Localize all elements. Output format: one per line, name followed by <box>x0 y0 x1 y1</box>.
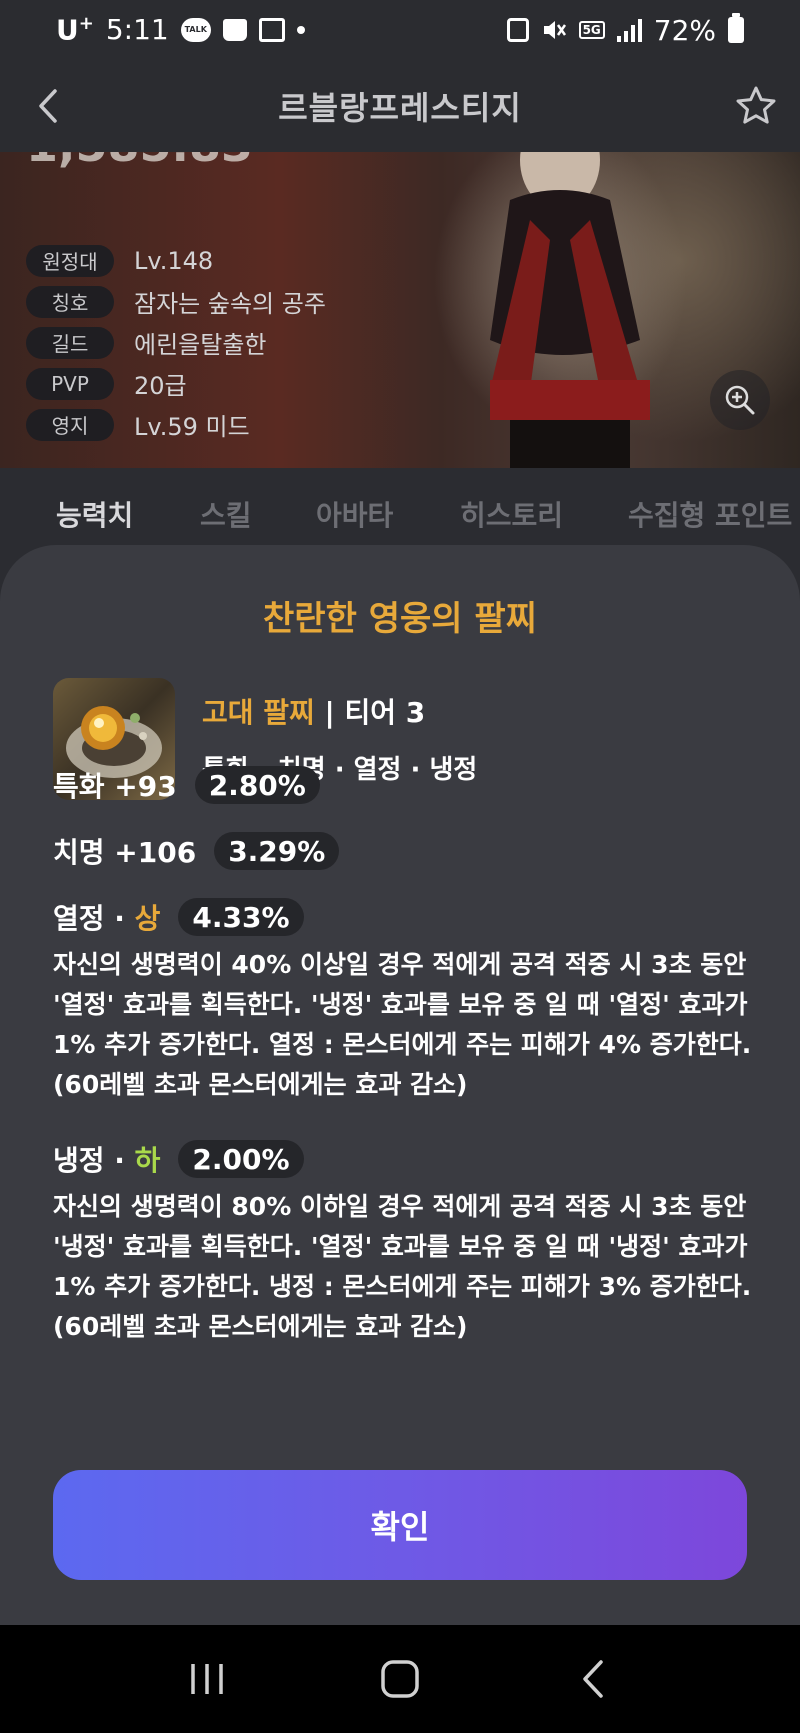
item-type-line: 고대 팔찌 | 티어 3 <box>202 691 477 731</box>
notification-dot-icon <box>296 25 305 34</box>
character-info-list: 원정대 Lv.148 칭호 잠자는 숲속의 공주 길드 에린을탈출한 PVP 2… <box>26 240 326 445</box>
stat-value-pill: 2.80% <box>194 766 320 804</box>
signal-icon <box>616 18 642 42</box>
stat-value-pill: 3.29% <box>214 832 340 870</box>
effect-grade: 상 <box>134 902 161 935</box>
stat-label: 특화 +93 <box>53 770 177 803</box>
info-row-guild: 길드 에린을탈출한 <box>26 322 326 363</box>
nav-back-button[interactable] <box>553 1639 633 1719</box>
info-value: 잠자는 숲속의 공주 <box>134 290 326 318</box>
stat-row-crit: 치명 +106 3.29% <box>53 831 340 871</box>
item-separator: | <box>314 696 345 729</box>
effect-grade: 하 <box>134 1144 161 1177</box>
zoom-in-icon <box>725 385 755 415</box>
tab-bar: 능력치 스킬 아바타 히스토리 수집형 포인트 <box>0 468 800 548</box>
info-value: Lv.148 <box>134 246 214 275</box>
home-button[interactable] <box>360 1639 440 1719</box>
item-name: 찬란한 영웅의 팔찌 <box>263 599 537 639</box>
back-arrow-icon <box>39 89 57 123</box>
info-row-expedition: 원정대 Lv.148 <box>26 240 326 281</box>
effect-name: 냉정 · 하 <box>53 1144 161 1177</box>
zoom-button[interactable] <box>710 370 770 430</box>
item-type: 고대 팔찌 <box>202 696 315 729</box>
star-outline-icon <box>736 86 776 124</box>
info-value: 20급 <box>134 372 187 400</box>
tab-skills[interactable]: 스킬 <box>200 494 252 534</box>
network-5g-icon: 5G <box>578 21 605 39</box>
item-detail-sheet: 찬란한 영웅의 팔찌 고대 팔찌 | 티어 3 특화 · 치명 · 열정 · 냉… <box>0 545 800 1625</box>
tab-stats[interactable]: 능력치 <box>56 494 133 534</box>
battery-icon <box>728 13 744 43</box>
stat-row-specialization: 특화 +93 2.80% <box>53 765 320 805</box>
status-bar: U+ 5:11 TALK 5G 72% <box>0 0 800 60</box>
info-row-title: 칭호 잠자는 숲속의 공주 <box>26 281 326 322</box>
page-title: 르블랑프레스티지 <box>278 89 522 127</box>
battery-percent: 72% <box>653 13 716 47</box>
carrier-label: U+ <box>56 13 94 47</box>
info-label: 칭호 <box>26 285 114 318</box>
kakaotalk-icon: TALK <box>180 17 211 42</box>
shopping-bag-icon <box>222 18 247 41</box>
home-icon <box>381 1660 419 1698</box>
effect-description: 자신의 생명력이 40% 이상일 경우 적에게 공격 적중 시 3초 동안 '열… <box>53 950 752 1099</box>
system-navigation-bar <box>0 1625 800 1733</box>
effect-value-pill: 4.33% <box>178 898 304 936</box>
tab-history[interactable]: 히스토리 <box>460 494 563 534</box>
nav-back-icon <box>583 1660 604 1698</box>
recycle-icon <box>506 18 529 42</box>
clock: 5:11 <box>105 13 169 47</box>
tab-collectibles[interactable]: 수집형 포인트 <box>628 494 792 534</box>
recents-button[interactable] <box>167 1639 247 1719</box>
effect-value-pill: 2.00% <box>178 1140 304 1178</box>
item-tier: 티어 3 <box>344 696 426 729</box>
app-header: 르블랑프레스티지 <box>0 60 800 152</box>
info-value: 에린을탈출한 <box>134 331 267 359</box>
info-value: Lv.59 미드 <box>134 413 250 441</box>
info-row-pvp: PVP 20급 <box>26 363 326 404</box>
tab-avatar[interactable]: 아바타 <box>316 494 393 534</box>
info-row-stronghold: 영지 Lv.59 미드 <box>26 404 326 445</box>
character-portrait <box>490 140 650 468</box>
mute-icon <box>541 17 567 43</box>
info-label: 원정대 <box>26 244 114 277</box>
recents-icon <box>190 1664 223 1694</box>
effect-description: 자신의 생명력이 80% 이하일 경우 적에게 공격 적중 시 3초 동안 '냉… <box>53 1192 752 1341</box>
effect-name: 열정 · 상 <box>53 902 161 935</box>
status-left: U+ 5:11 TALK <box>56 13 305 47</box>
confirm-button[interactable]: 확인 <box>53 1470 747 1580</box>
info-label: PVP <box>26 367 114 400</box>
effect-row-calm: 냉정 · 하 2.00% <box>53 1139 304 1179</box>
info-label: 길드 <box>26 326 114 359</box>
effect-row-passion: 열정 · 상 4.33% <box>53 897 304 937</box>
back-button[interactable] <box>24 82 72 130</box>
stat-label: 치명 +106 <box>53 836 197 869</box>
favorite-button[interactable] <box>730 80 782 132</box>
info-label: 영지 <box>26 408 114 441</box>
cards-icon <box>258 17 285 42</box>
character-hero: 1,585.83 원정대 Lv.148 칭호 잠자는 숲속의 공주 길드 에린을… <box>0 140 800 468</box>
status-right: 5G 72% <box>506 13 744 47</box>
